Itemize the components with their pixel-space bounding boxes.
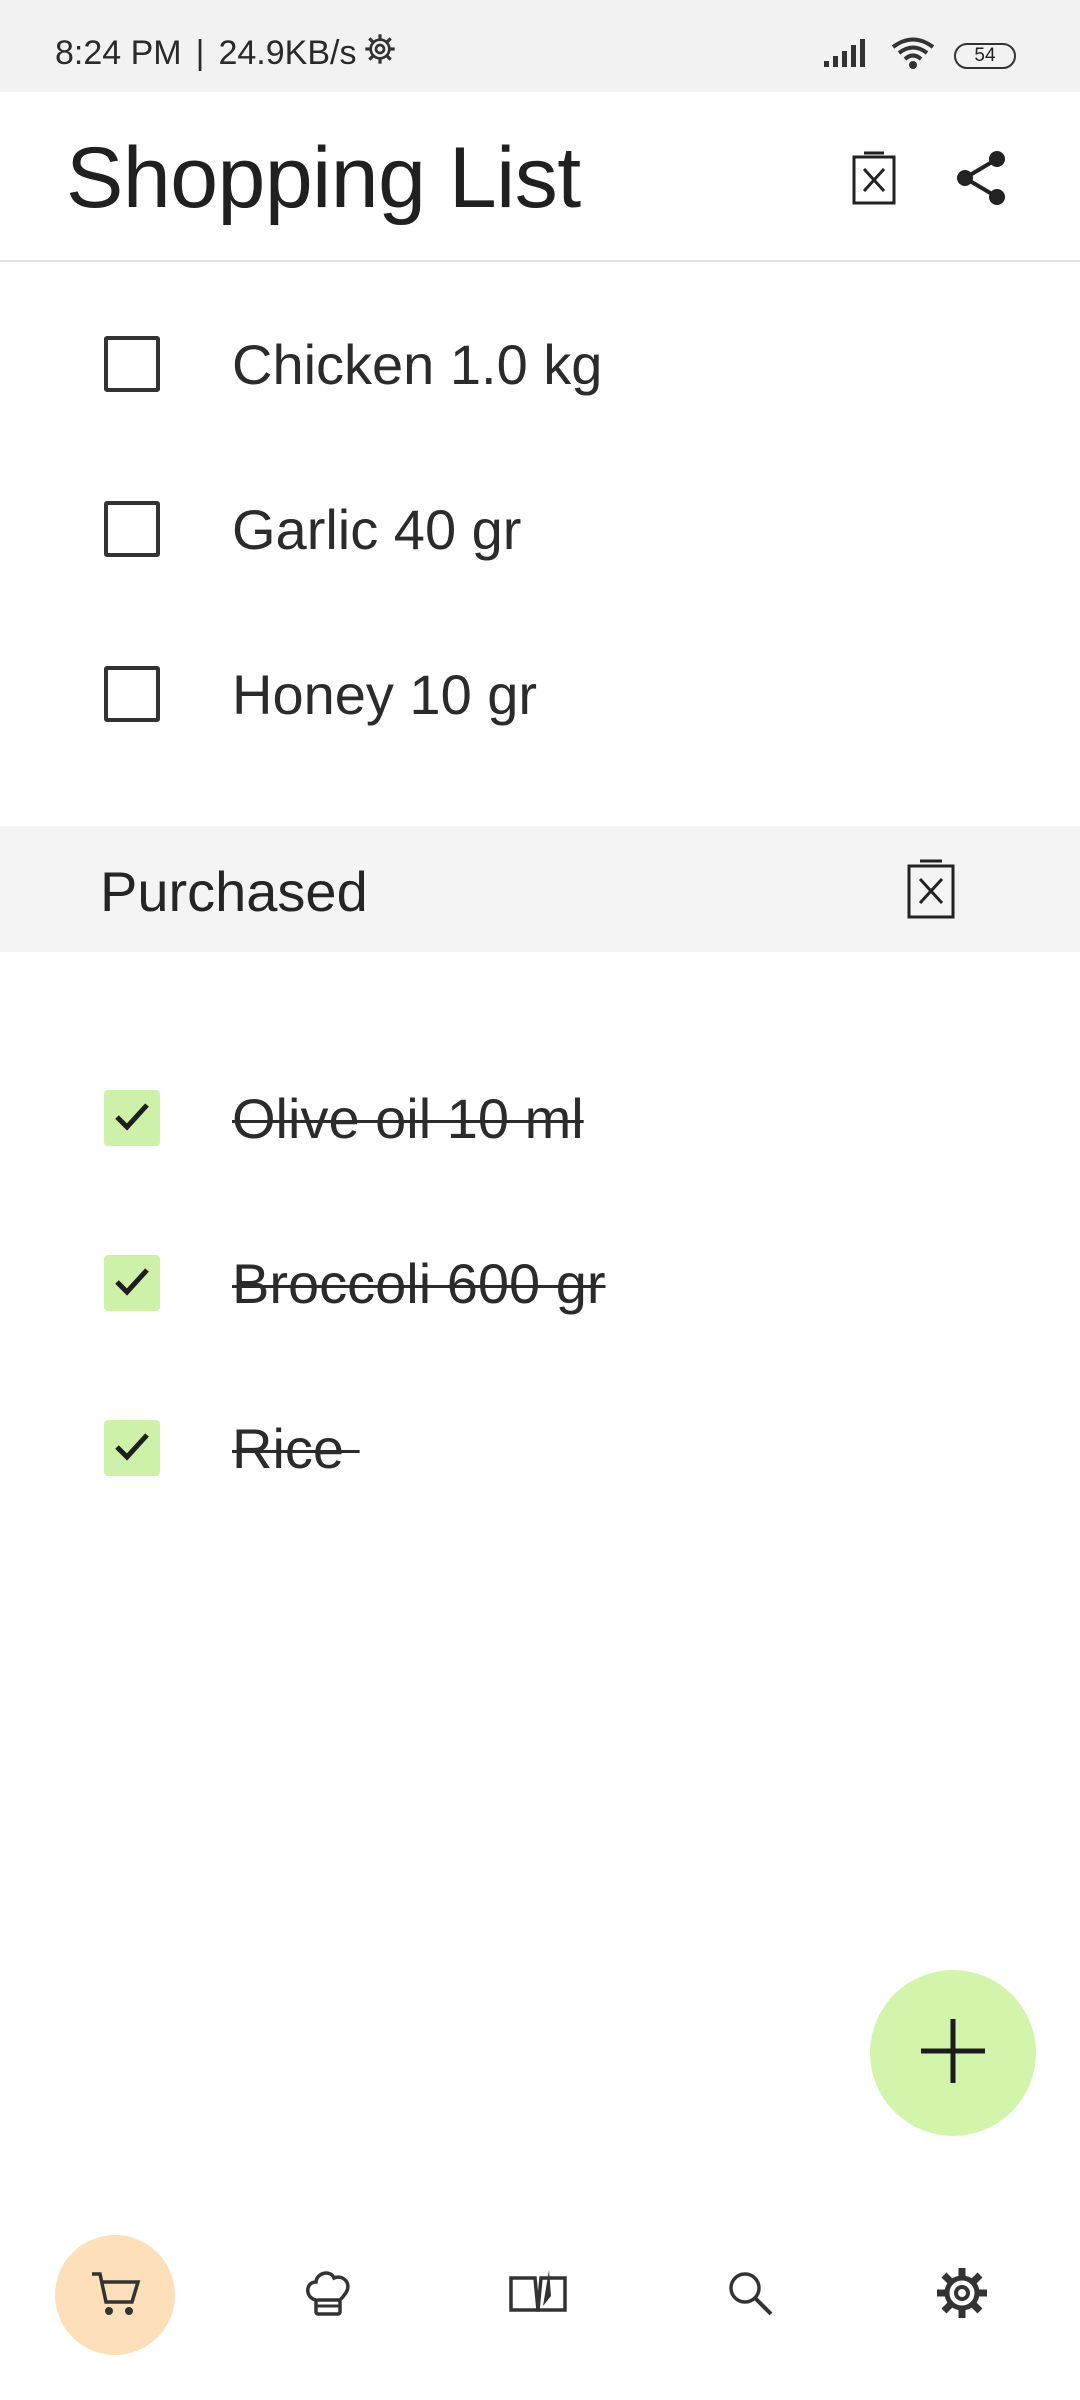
gear-status-icon xyxy=(364,33,396,74)
item-label: Broccoli 600 gr xyxy=(232,1251,606,1315)
share-icon xyxy=(953,149,1011,212)
item-label: Olive oil 10 ml xyxy=(232,1086,584,1150)
nav-recipes[interactable] xyxy=(268,2235,388,2355)
search-icon xyxy=(723,2266,777,2325)
list-item[interactable]: Honey 10 gr xyxy=(0,634,1080,754)
status-separator: | xyxy=(195,34,205,72)
item-checkbox[interactable] xyxy=(104,336,160,392)
checkmark-icon xyxy=(111,1260,153,1307)
purchased-title: Purchased xyxy=(100,860,368,923)
signal-icon xyxy=(822,37,872,74)
status-bar: 8:24 PM | 24.9KB/s 54 xyxy=(0,0,1080,92)
bottom-navigation xyxy=(0,2230,1080,2360)
purchased-section-header: Purchased xyxy=(0,826,1080,952)
item-checkbox-checked[interactable] xyxy=(104,1420,160,1476)
nav-shopping-list[interactable] xyxy=(55,2235,175,2355)
item-label: Garlic 40 gr xyxy=(232,497,522,561)
book-icon xyxy=(507,2266,569,2325)
item-label: Rice xyxy=(232,1416,360,1480)
status-left: 8:24 PM | 24.9KB/s xyxy=(55,33,396,74)
app-bar: Shopping List xyxy=(0,92,1080,262)
cart-icon xyxy=(88,2266,142,2325)
page-title: Shopping List xyxy=(66,130,581,226)
status-time: 8:24 PM xyxy=(55,34,182,72)
list-item[interactable]: Olive oil 10 ml xyxy=(0,1058,1080,1178)
item-label: Chicken 1.0 kg xyxy=(232,332,603,396)
item-checkbox-checked[interactable] xyxy=(104,1090,160,1146)
list-item[interactable]: Rice xyxy=(0,1388,1080,1508)
clear-purchased-button[interactable] xyxy=(894,854,968,928)
list-item[interactable]: Garlic 40 gr xyxy=(0,469,1080,589)
checkmark-icon xyxy=(111,1425,153,1472)
delete-box-icon xyxy=(905,857,957,926)
gear-icon xyxy=(934,2265,990,2326)
battery-indicator: 54 xyxy=(954,42,1016,69)
nav-settings[interactable] xyxy=(902,2235,1022,2355)
clear-list-button[interactable] xyxy=(836,142,912,218)
nav-cookbook[interactable] xyxy=(478,2235,598,2355)
share-button[interactable] xyxy=(944,142,1020,218)
item-checkbox-checked[interactable] xyxy=(104,1255,160,1311)
delete-box-icon xyxy=(850,149,898,212)
list-item[interactable]: Broccoli 600 gr xyxy=(0,1223,1080,1343)
item-label: Honey 10 gr xyxy=(232,662,538,726)
checkmark-icon xyxy=(111,1095,153,1142)
nav-search[interactable] xyxy=(690,2235,810,2355)
battery-level: 54 xyxy=(974,44,996,66)
wifi-icon xyxy=(890,36,936,75)
item-checkbox[interactable] xyxy=(104,501,160,557)
chef-hat-icon xyxy=(301,2266,355,2325)
status-right: 54 xyxy=(822,36,1016,75)
add-item-button[interactable] xyxy=(870,1970,1036,2136)
list-item[interactable]: Chicken 1.0 kg xyxy=(0,304,1080,424)
plus-icon xyxy=(917,2015,989,2092)
item-checkbox[interactable] xyxy=(104,666,160,722)
status-network-speed: 24.9KB/s xyxy=(218,34,357,72)
